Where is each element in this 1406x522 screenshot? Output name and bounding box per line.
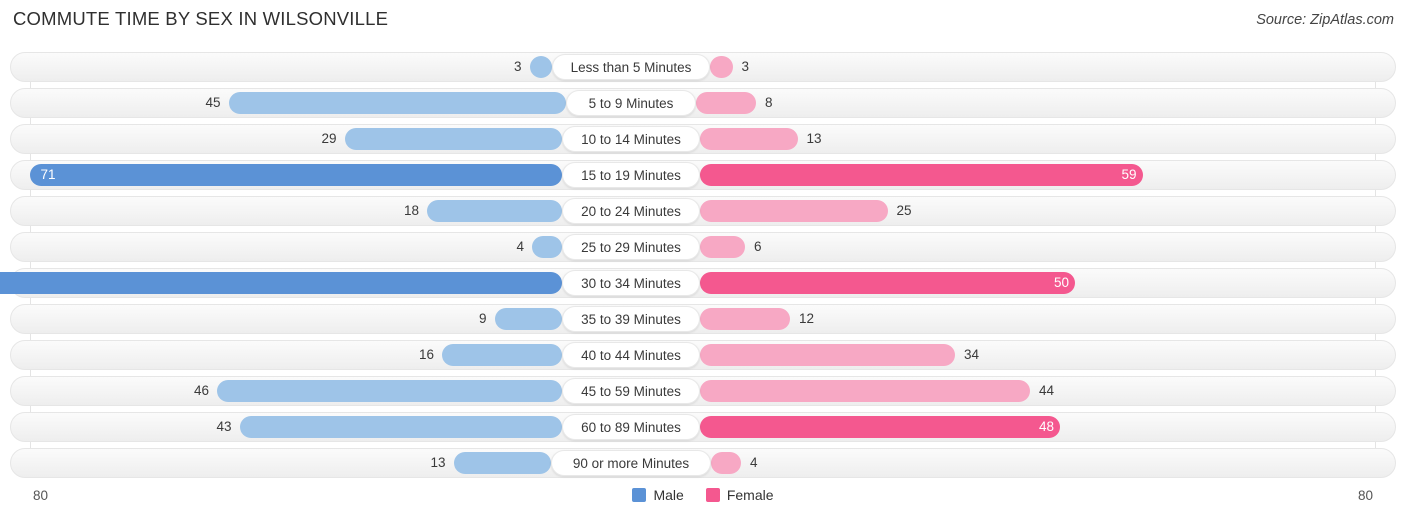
legend: Male Female: [0, 487, 1406, 503]
value-label-female: 59: [1121, 167, 1137, 182]
chart-row[interactable]: 9 12 35 to 39 Minutes: [10, 304, 1396, 334]
value-label-male: 9: [478, 311, 487, 326]
legend-swatch-male-icon: [632, 488, 647, 502]
category-label-pill: 35 to 39 Minutes: [562, 306, 700, 332]
category-label-pill: 10 to 14 Minutes: [562, 126, 700, 152]
source-attribution: Source: ZipAtlas.com: [1256, 12, 1394, 28]
category-label-pill: 60 to 89 Minutes: [562, 414, 700, 440]
category-label-pill: Less than 5 Minutes: [552, 54, 710, 80]
bar-male[interactable]: [217, 380, 562, 402]
legend-item-female[interactable]: Female: [705, 487, 774, 503]
value-label-male: 45: [205, 95, 221, 110]
category-label-pill: 40 to 44 Minutes: [562, 342, 700, 368]
category-label-pill: 15 to 19 Minutes: [562, 162, 700, 188]
value-label-female: 44: [1039, 383, 1055, 398]
bar-male[interactable]: [344, 128, 562, 150]
bar-female[interactable]: [700, 236, 745, 258]
bar-female[interactable]: [696, 92, 756, 114]
legend-label-female: Female: [726, 487, 774, 503]
legend-swatch-female-icon: [705, 488, 720, 502]
category-label-pill: 25 to 29 Minutes: [562, 234, 700, 260]
category-label-pill: 20 to 24 Minutes: [562, 198, 700, 224]
chart-row[interactable]: 46 44 45 to 59 Minutes: [10, 376, 1396, 406]
value-label-male: 46: [193, 383, 209, 398]
value-label-male: 3: [513, 59, 522, 74]
bar-male[interactable]: [442, 344, 562, 366]
bar-male[interactable]: [239, 416, 562, 438]
page-title: COMMUTE TIME BY SEX IN WILSONVILLE: [13, 8, 389, 29]
chart-row[interactable]: 16 34 40 to 44 Minutes: [10, 340, 1396, 370]
value-label-male: 4: [516, 239, 524, 254]
bar-male[interactable]: [0, 272, 562, 294]
category-label-pill: 90 or more Minutes: [551, 450, 711, 476]
chart-row[interactable]: 3 3 Less than 5 Minutes: [10, 52, 1396, 82]
bar-male[interactable]: [532, 236, 562, 258]
value-label-male: 16: [418, 347, 434, 362]
value-label-male: 29: [321, 131, 337, 146]
chart-row[interactable]: 13 4 90 or more Minutes: [10, 448, 1396, 478]
category-label-pill: 30 to 34 Minutes: [562, 270, 700, 296]
bar-male[interactable]: [427, 200, 562, 222]
value-label-male: 18: [403, 203, 419, 218]
bar-male[interactable]: [529, 56, 552, 78]
bar-female[interactable]: [700, 380, 1030, 402]
bar-female[interactable]: [700, 200, 888, 222]
value-label-female: 6: [754, 239, 762, 254]
chart-container: COMMUTE TIME BY SEX IN WILSONVILLE Sourc…: [0, 0, 1406, 522]
chart-row[interactable]: 29 13 10 to 14 Minutes: [10, 124, 1396, 154]
value-label-female: 34: [964, 347, 980, 362]
bar-male[interactable]: [494, 308, 562, 330]
value-label-male: 43: [216, 419, 232, 434]
value-label-female: 12: [799, 311, 815, 326]
chart-row[interactable]: 43 48 60 to 89 Minutes: [10, 412, 1396, 442]
bar-female[interactable]: [700, 416, 1060, 438]
category-label-pill: 45 to 59 Minutes: [562, 378, 700, 404]
value-label-female: 8: [765, 95, 773, 110]
chart-row[interactable]: 4 6 25 to 29 Minutes: [10, 232, 1396, 262]
bar-female[interactable]: [700, 164, 1143, 186]
value-label-female: 25: [896, 203, 912, 218]
value-label-male: 71: [40, 167, 56, 182]
bar-female[interactable]: [710, 56, 733, 78]
value-label-female: 13: [806, 131, 822, 146]
bar-female[interactable]: [700, 344, 955, 366]
value-label-female: 48: [1038, 419, 1054, 434]
chart-row[interactable]: 795030 to 34 Minutes: [0, 268, 1396, 298]
chart-row[interactable]: 18 25 20 to 24 Minutes: [10, 196, 1396, 226]
bar-male[interactable]: [29, 164, 562, 186]
chart-row[interactable]: 45 8 5 to 9 Minutes: [10, 88, 1396, 118]
legend-label-male: Male: [653, 487, 684, 503]
bar-female[interactable]: [700, 128, 798, 150]
category-label-pill: 5 to 9 Minutes: [566, 90, 696, 116]
value-label-male: 13: [430, 455, 446, 470]
bar-female[interactable]: [711, 452, 741, 474]
bar-male[interactable]: [228, 92, 566, 114]
bar-female[interactable]: [700, 272, 1075, 294]
value-label-female: 4: [750, 455, 758, 470]
bar-female[interactable]: [700, 308, 790, 330]
legend-item-male[interactable]: Male: [632, 487, 684, 503]
value-label-female: 3: [741, 59, 750, 74]
chart-row[interactable]: 71 59 15 to 19 Minutes: [10, 160, 1396, 190]
plot-area: 3 3 Less than 5 Minutes 45 8 5 to 9 Minutes 29…: [0, 52, 1406, 484]
value-label-female: 50: [1053, 275, 1069, 290]
bar-male[interactable]: [453, 452, 551, 474]
